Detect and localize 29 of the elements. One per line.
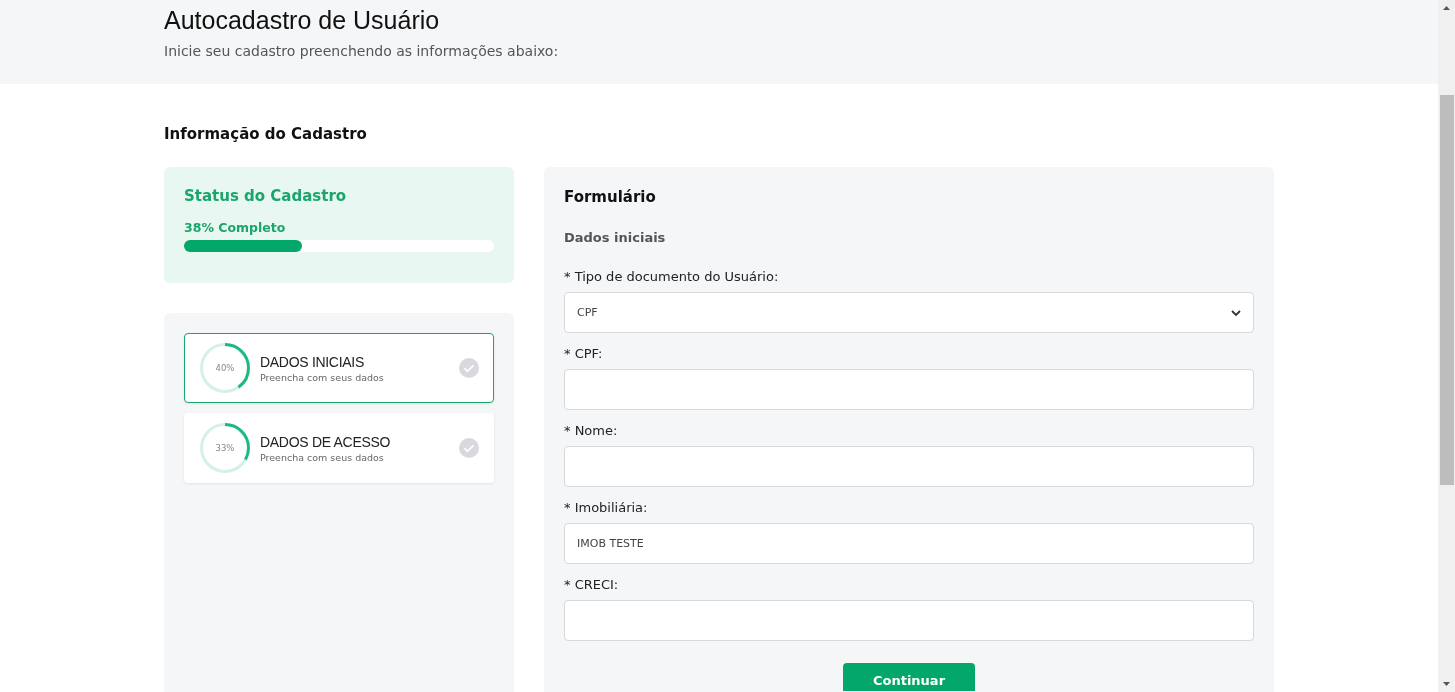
section-title: Informação do Cadastro xyxy=(164,125,368,143)
field-label: * Nome: xyxy=(564,423,619,439)
field-label: * CPF: xyxy=(564,346,604,362)
input-field[interactable] xyxy=(564,446,1254,487)
step-percent: 40% xyxy=(215,363,235,373)
scrollbar-drawing[interactable] xyxy=(1438,0,1455,692)
form-title: Formulário xyxy=(564,187,657,206)
form-section-title: Dados iniciais xyxy=(564,230,667,246)
step-title: DADOS INICIAIS xyxy=(260,353,365,370)
input-field[interactable]: IMOB TESTE xyxy=(564,523,1254,564)
page-subtitle: Inicie seu cadastro preenchendo as informações abaixo: xyxy=(164,42,560,60)
progress-ring-icon xyxy=(200,423,250,473)
step-card[interactable]: 33% DADOS DE ACESSO Preencha com seus dados xyxy=(184,413,494,483)
progress-text: 38% Completo xyxy=(184,221,287,235)
chevron-down-icon xyxy=(1231,308,1241,317)
field-label: * Imobiliária: xyxy=(564,500,649,516)
step-card[interactable]: 40% DADOS INICIAIS Preencha com seus dados xyxy=(184,333,494,403)
input-field[interactable] xyxy=(564,600,1254,641)
step-subtitle: Preencha com seus dados xyxy=(260,451,385,463)
step-percent: 33% xyxy=(215,443,235,453)
input-field[interactable] xyxy=(564,369,1254,410)
progress-ring-icon xyxy=(200,343,250,393)
document-type-select[interactable]: CPF xyxy=(564,292,1254,333)
status-title: Status do Cadastro xyxy=(184,187,348,205)
page-title: Autocadastro de Usuário xyxy=(164,5,441,36)
step-subtitle: Preencha com seus dados xyxy=(260,371,385,383)
field-label: * Tipo de documento do Usuário: xyxy=(564,269,780,285)
field-label: * CRECI: xyxy=(564,577,620,593)
step-title: DADOS DE ACESSO xyxy=(260,433,392,450)
